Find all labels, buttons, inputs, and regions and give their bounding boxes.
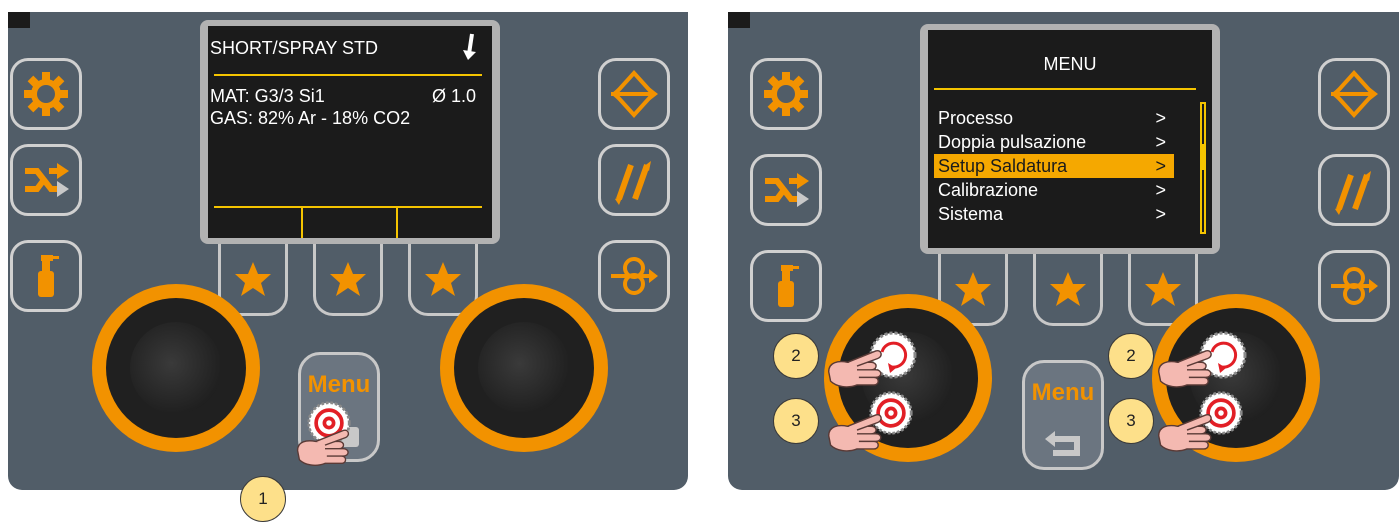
mode-button[interactable] [750, 154, 822, 226]
callout-2: 2 [1108, 333, 1154, 379]
star-icon [1048, 269, 1088, 309]
gear-icon [761, 69, 811, 119]
menu-item-calibrazione[interactable]: Calibrazione > [934, 178, 1174, 202]
callout-2: 2 [773, 333, 819, 379]
hand-pointer-icon [814, 398, 900, 464]
welder-panel-right: MENU Processo > Doppia pulsazione > Setup … [728, 12, 1399, 490]
star-icon [423, 259, 463, 299]
gas-test-button[interactable] [750, 250, 822, 322]
gas-label: GAS: 82% Ar - 18% CO2 [210, 108, 411, 128]
scrollbar-thumb[interactable] [1202, 144, 1204, 170]
hand-pointer-icon [284, 414, 366, 478]
menu-item-processo[interactable]: Processo > [934, 106, 1174, 130]
torch-mode-button[interactable] [598, 58, 670, 130]
wire-diameter: Ø 1.0 [432, 86, 477, 106]
callout-3: 3 [1108, 398, 1154, 444]
menu-item-doppia-pulsazione[interactable]: Doppia pulsazione > [934, 130, 1174, 154]
wire-feed-icon [609, 251, 659, 301]
menu-divider [934, 88, 1196, 90]
star-icon [1143, 269, 1183, 309]
menu-title: MENU [1043, 54, 1097, 74]
diamond-arrow-icon [1329, 69, 1379, 119]
panel-corner [728, 12, 750, 28]
menu-item-sistema[interactable]: Sistema > [934, 202, 1174, 226]
settings-button[interactable] [750, 58, 822, 130]
trigger-mode-button[interactable] [598, 144, 670, 216]
down-arrow-icon [463, 33, 476, 60]
welder-panel-left: SHORT/SPRAY STD MAT: G3/3 Si1 Ø 1.0 GAS:… [8, 12, 688, 490]
wire-inch-button[interactable] [598, 240, 670, 312]
hand-pointer-icon [1144, 398, 1230, 464]
settings-button[interactable] [10, 58, 82, 130]
favorite-button-2[interactable] [1033, 254, 1103, 326]
gear-icon [21, 69, 71, 119]
callout-1: 1 [240, 476, 286, 522]
star-icon [953, 269, 993, 309]
material-label: MAT: G3/3 Si1 [210, 86, 325, 106]
double-arrow-icon [609, 155, 659, 205]
screen-title: SHORT/SPRAY STD [210, 38, 379, 58]
wire-feed-icon [1329, 261, 1379, 311]
diamond-arrow-icon [609, 69, 659, 119]
star-icon [233, 259, 273, 299]
star-icon [328, 259, 368, 299]
softkey-separator [396, 206, 398, 238]
double-arrow-icon [1329, 165, 1379, 215]
menu-item-setup-saldatura[interactable]: Setup Saldatura > [934, 154, 1174, 178]
spray-bottle-icon [21, 251, 71, 301]
screen-divider [214, 74, 482, 76]
scrollbar[interactable] [1200, 102, 1206, 234]
favorite-button-2[interactable] [313, 244, 383, 316]
back-arrow-icon [1045, 431, 1080, 456]
left-knob[interactable] [92, 284, 260, 452]
softkey-divider [214, 206, 482, 208]
callout-3: 3 [773, 398, 819, 444]
display-screen: SHORT/SPRAY STD MAT: G3/3 Si1 Ø 1.0 GAS:… [208, 26, 492, 238]
panel-corner [8, 12, 30, 28]
right-knob[interactable] [440, 284, 608, 452]
trigger-mode-button[interactable] [1318, 154, 1390, 226]
mode-button[interactable] [10, 144, 82, 216]
softkey-separator [301, 206, 303, 238]
gas-test-button[interactable] [10, 240, 82, 312]
menu-button-label: Menu [1031, 379, 1095, 406]
spray-bottle-icon [761, 261, 811, 311]
menu-button-label: Menu [307, 371, 371, 398]
shuffle-icon [761, 165, 811, 215]
display-screen: MENU Processo > Doppia pulsazione > Setup … [928, 30, 1212, 248]
wire-inch-button[interactable] [1318, 250, 1390, 322]
torch-mode-button[interactable] [1318, 58, 1390, 130]
menu-button[interactable]: Menu [1022, 360, 1104, 470]
shuffle-icon [21, 155, 71, 205]
